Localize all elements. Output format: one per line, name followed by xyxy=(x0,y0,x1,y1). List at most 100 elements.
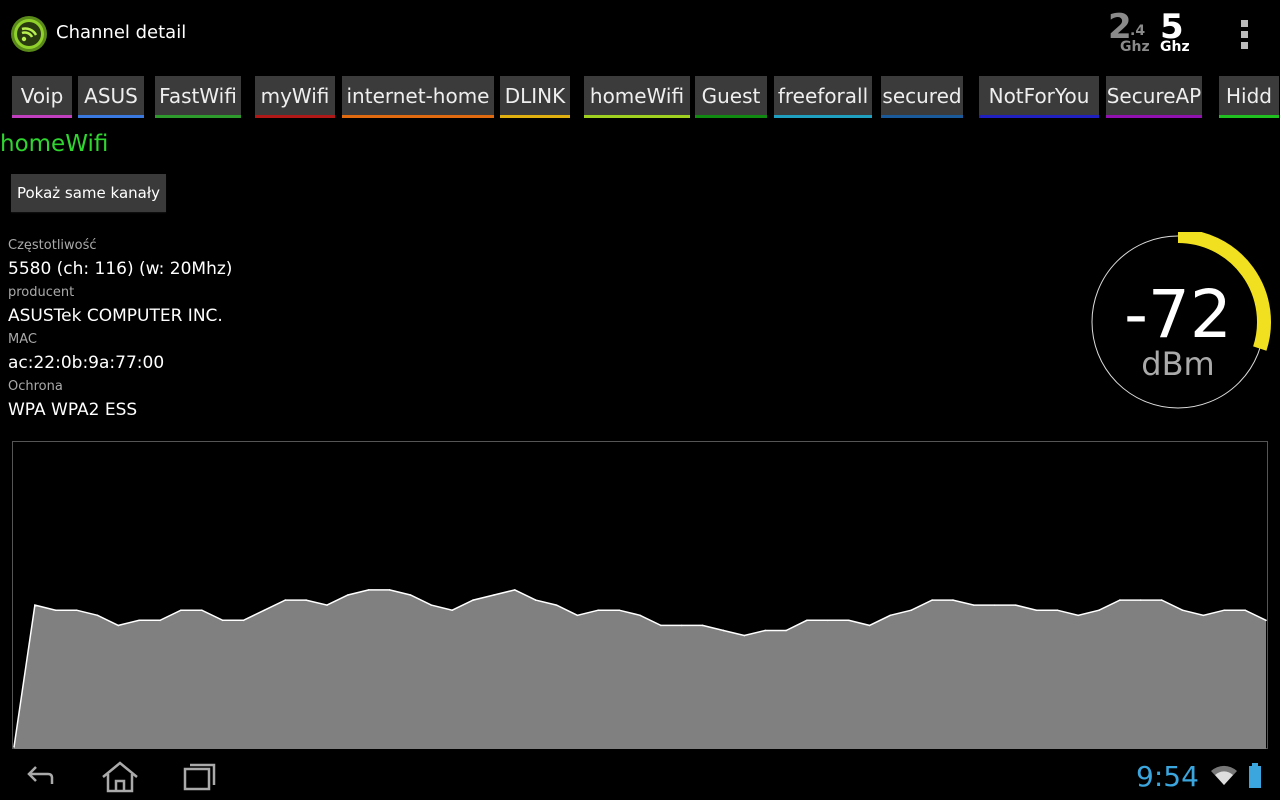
back-icon[interactable] xyxy=(22,760,58,792)
signal-point xyxy=(242,619,245,622)
tab-freeforall[interactable]: freeforall xyxy=(774,76,872,118)
home-icon[interactable] xyxy=(100,760,140,794)
vendor-label: producent xyxy=(8,285,75,300)
page-title: Channel detail xyxy=(56,22,187,43)
signal-point xyxy=(75,609,78,611)
signal-point xyxy=(284,599,287,601)
recent-apps-icon[interactable] xyxy=(182,760,220,792)
band-24-decimal: .4 xyxy=(1130,23,1146,39)
wifi-app-icon[interactable] xyxy=(10,15,48,53)
security-value: WPA WPA2 ESS xyxy=(8,400,138,420)
mac-value: ac:22:0b:9a:77:00 xyxy=(8,353,165,373)
frequency-label: Częstotliwość xyxy=(8,238,97,253)
signal-point xyxy=(618,609,620,611)
network-name: homeWifi xyxy=(0,131,109,157)
signal-point xyxy=(430,604,433,606)
signal-point xyxy=(1077,614,1079,617)
signal-point xyxy=(973,604,975,606)
signal-history-chart xyxy=(12,441,1268,749)
band-24-unit: Ghz xyxy=(1120,39,1150,55)
tab-notforyou[interactable]: NotForYou xyxy=(979,76,1099,118)
signal-point xyxy=(910,609,913,611)
signal-point xyxy=(138,619,140,622)
signal-point xyxy=(555,604,558,606)
signal-strength-value: -72 xyxy=(1124,276,1232,353)
system-nav-bar xyxy=(0,752,1280,800)
tab-guest[interactable]: Guest xyxy=(695,76,767,118)
signal-point xyxy=(96,614,99,617)
band-5-unit: Ghz xyxy=(1160,39,1190,55)
signal-area xyxy=(14,589,1266,749)
tab-mywifi[interactable]: myWifi xyxy=(255,76,335,118)
signal-point xyxy=(952,599,954,601)
tab-fastwifi[interactable]: FastWifi xyxy=(155,76,241,118)
signal-point xyxy=(827,619,829,622)
signal-point xyxy=(868,624,871,627)
signal-point xyxy=(764,629,766,632)
signal-strength-unit: dBm xyxy=(1141,345,1215,383)
signal-point xyxy=(1098,609,1100,611)
signal-point xyxy=(1056,609,1059,611)
security-label: Ochrona xyxy=(8,379,63,394)
action-bar: Channel detail 2 .4 Ghz 5 Ghz xyxy=(0,0,1280,70)
tab-secured[interactable]: secured xyxy=(881,76,963,118)
band-24ghz-toggle[interactable]: 2 .4 Ghz xyxy=(1108,10,1150,54)
signal-point xyxy=(54,609,57,611)
frequency-value: 5580 (ch: 116) (w: 20Mhz) xyxy=(8,259,233,279)
signal-point xyxy=(1160,599,1163,601)
signal-point xyxy=(201,609,203,611)
battery-icon xyxy=(1249,763,1261,788)
vendor-value: ASUSTek COMPUTER INC. xyxy=(8,306,223,326)
tab-voip[interactable]: Voip xyxy=(12,76,72,118)
tab-asus[interactable]: ASUS xyxy=(78,76,144,118)
signal-point xyxy=(931,599,933,601)
tab-hidd[interactable]: Hidd xyxy=(1219,76,1279,118)
wifi-signal-icon xyxy=(1211,765,1237,785)
signal-point xyxy=(806,619,808,622)
tab-secureap[interactable]: SecureAP xyxy=(1106,76,1202,118)
signal-point xyxy=(117,624,120,627)
signal-point xyxy=(493,594,495,596)
signal-point xyxy=(409,594,412,596)
signal-point xyxy=(576,614,579,617)
signal-point xyxy=(388,589,391,591)
signal-point xyxy=(305,599,307,601)
signal-point xyxy=(221,619,224,622)
signal-point xyxy=(347,594,349,596)
overflow-menu-icon[interactable] xyxy=(1238,18,1252,52)
signal-point xyxy=(1244,609,1246,611)
signal-point xyxy=(680,624,683,627)
signal-point xyxy=(159,619,161,622)
signal-point xyxy=(13,746,15,748)
signal-point xyxy=(1181,609,1184,611)
signal-point xyxy=(597,609,600,611)
signal-point xyxy=(263,609,266,611)
status-clock: 9:54 xyxy=(1136,760,1199,793)
signal-point xyxy=(660,624,662,627)
signal-point xyxy=(722,629,725,632)
signal-point xyxy=(847,619,850,622)
signal-point xyxy=(534,599,537,601)
signal-point xyxy=(472,599,474,601)
mac-label: MAC xyxy=(8,332,37,347)
signal-point xyxy=(180,609,182,611)
signal-point xyxy=(1140,599,1142,601)
signal-point xyxy=(367,589,370,591)
tab-homewifi[interactable]: homeWifi xyxy=(584,76,690,118)
tab-dlink[interactable]: DLINK xyxy=(500,76,570,118)
signal-point xyxy=(1035,609,1038,611)
signal-point xyxy=(326,604,328,606)
band-5ghz-toggle[interactable]: 5 Ghz xyxy=(1160,10,1190,54)
signal-point xyxy=(701,624,704,627)
signal-point xyxy=(1265,619,1267,622)
signal-point xyxy=(1202,614,1205,617)
signal-point xyxy=(889,614,892,617)
show-channels-button[interactable]: Pokaż same kanały xyxy=(11,174,166,212)
tab-internet-home[interactable]: internet-home xyxy=(342,76,494,118)
signal-point xyxy=(514,589,516,591)
signal-point xyxy=(785,629,787,632)
signal-point xyxy=(34,604,36,606)
signal-point xyxy=(451,609,454,611)
signal-point xyxy=(639,614,641,617)
network-tabs: Voip ASUS FastWifi myWifi internet-home DLINK… xyxy=(0,76,1280,118)
